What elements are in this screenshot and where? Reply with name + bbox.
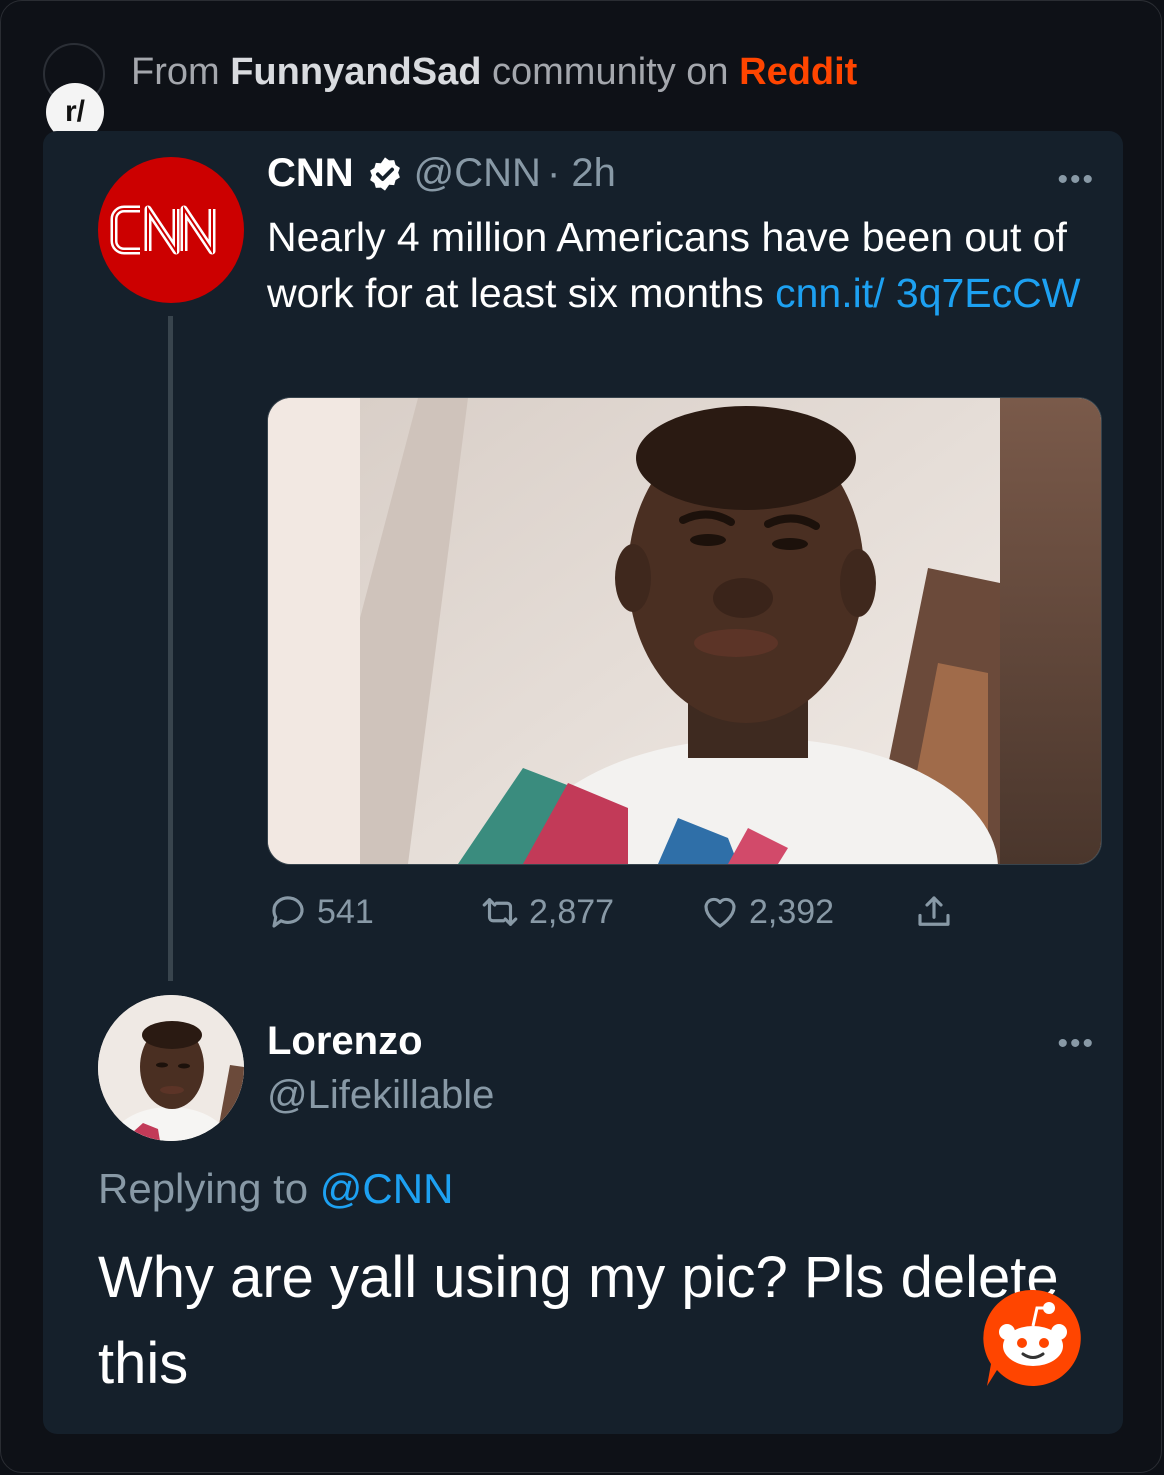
tweet-link[interactable]: cnn.it/ 3q7EcCW <box>775 270 1080 316</box>
tweet-body: Nearly 4 million Americans have been out… <box>267 209 1087 321</box>
replying-to-mention[interactable]: @CNN <box>320 1165 454 1212</box>
replying-prefix: Replying to <box>98 1165 309 1212</box>
tweet-timestamp[interactable]: · 2h <box>547 151 616 196</box>
tweet-author-handle[interactable]: @CNN <box>414 151 541 196</box>
post-frame: r/ From FunnyandSad community on Reddit <box>0 0 1162 1473</box>
source-label: From FunnyandSad community on Reddit <box>131 51 857 94</box>
replying-to-line: Replying to @CNN <box>98 1165 453 1213</box>
subreddit-name[interactable]: FunnyandSad <box>230 51 481 93</box>
reply-count: 541 <box>317 892 374 931</box>
source-prefix: From <box>131 51 220 93</box>
reply-icon <box>272 896 304 928</box>
tweet-actions: 541 2,877 2,392 <box>267 891 1027 941</box>
cnn-logo-icon <box>110 205 216 255</box>
platform-name[interactable]: Reddit <box>739 51 857 93</box>
reply-body: Why are yall using my pic? Pls delete th… <box>98 1245 1059 1396</box>
tweet-card: CNN @CNN · 2h ••• Nearly 4 million Ameri… <box>43 131 1123 1434</box>
heart-icon <box>704 897 736 928</box>
lorenzo-avatar-image <box>98 995 244 1141</box>
retweet-count: 2,877 <box>529 892 615 931</box>
like-count: 2,392 <box>749 892 835 931</box>
reply-author-avatar[interactable] <box>98 995 244 1141</box>
reply-author-name[interactable]: Lorenzo <box>267 1019 423 1064</box>
retweet-icon <box>482 898 518 926</box>
reply-more-options-icon[interactable]: ••• <box>1057 1027 1095 1061</box>
tweet-more-options-icon[interactable]: ••• <box>1057 163 1095 197</box>
selfie-photo-image <box>268 398 1101 864</box>
share-icon <box>918 896 950 926</box>
reply-author-handle[interactable]: @Lifekillable <box>267 1073 494 1118</box>
tweet-photo[interactable] <box>267 397 1102 865</box>
tweet-header: CNN @CNN · 2h <box>267 151 616 196</box>
source-middle: community on <box>492 51 729 93</box>
cnn-avatar[interactable] <box>98 157 244 303</box>
source-row: r/ From FunnyandSad community on Reddit <box>43 43 1123 141</box>
reddit-snoo-icon[interactable] <box>981 1286 1085 1390</box>
thread-connector <box>168 316 173 981</box>
tweet-author-name[interactable]: CNN <box>267 151 354 196</box>
verified-badge-icon <box>369 156 400 191</box>
retweet-action[interactable]: 2,877 <box>479 891 614 933</box>
reply-action[interactable]: 541 <box>267 891 374 933</box>
like-action[interactable]: 2,392 <box>699 891 834 933</box>
share-action[interactable] <box>913 891 963 933</box>
